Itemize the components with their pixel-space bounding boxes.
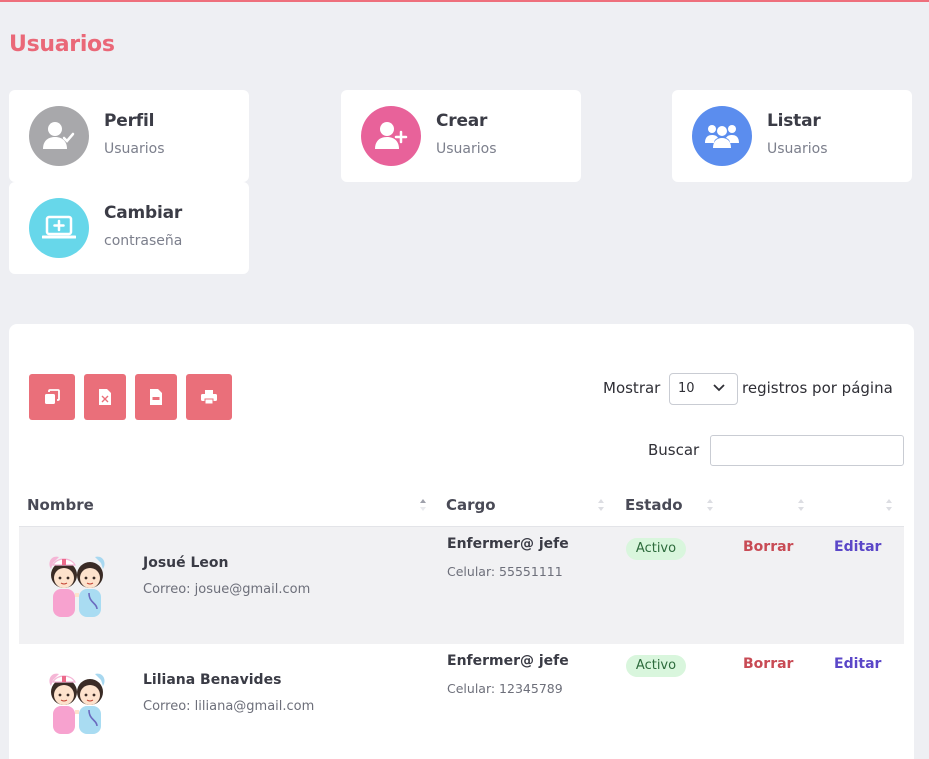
copy-icon — [45, 389, 60, 404]
user-name: Liliana Benavides — [143, 672, 282, 688]
table-row: Liliana Benavides Correo: liliana@gmail.… — [19, 644, 904, 759]
user-phone: Celular: 12345789 — [447, 681, 563, 696]
card-subtitle: contraseña — [104, 233, 183, 249]
search-input[interactable] — [710, 435, 904, 466]
user-check-icon — [29, 106, 89, 166]
excel-button[interactable] — [84, 374, 126, 420]
card-perfil[interactable]: Perfil Usuarios — [9, 90, 249, 182]
user-role: Enfermer@ jefe — [447, 536, 569, 552]
card-title: Crear — [436, 111, 488, 131]
sort-icon[interactable] — [885, 498, 893, 512]
user-name: Josué Leon — [143, 555, 229, 571]
user-phone: Celular: 55551111 — [447, 564, 563, 579]
user-plus-icon — [361, 106, 421, 166]
length-label-after: registros por página — [742, 379, 893, 397]
laptop-plus-icon — [29, 198, 89, 258]
column-header-cargo[interactable]: Cargo — [446, 496, 496, 514]
card-listar[interactable]: Listar Usuarios — [672, 90, 912, 182]
page-title: Usuarios — [9, 32, 115, 57]
user-email: Correo: liliana@gmail.com — [143, 699, 315, 714]
length-label-before: Mostrar — [603, 379, 661, 397]
card-subtitle: Usuarios — [104, 141, 165, 157]
status-badge: Activo — [626, 655, 686, 677]
length-select-value: 10 — [678, 381, 695, 396]
card-title: Perfil — [104, 111, 155, 131]
column-header-nombre[interactable]: Nombre — [27, 496, 94, 514]
card-subtitle: Usuarios — [436, 141, 497, 157]
sort-icon[interactable] — [797, 498, 805, 512]
length-select[interactable]: 10 — [669, 373, 738, 405]
sort-icon — [598, 499, 604, 511]
search-label: Buscar — [648, 441, 700, 459]
sort-asc-icon — [420, 499, 426, 511]
card-title: Cambiar — [104, 203, 183, 223]
chevron-down-icon — [713, 384, 725, 392]
copy-button[interactable] — [29, 374, 75, 420]
column-header-estado[interactable]: Estado — [625, 496, 683, 514]
print-icon — [201, 390, 217, 405]
table-row: Josué Leon Correo: josue@gmail.com Enfer… — [19, 527, 904, 644]
status-badge: Activo — [626, 538, 686, 560]
users-group-icon — [692, 106, 752, 166]
sort-icon — [707, 499, 713, 511]
card-subtitle: Usuarios — [767, 141, 828, 157]
excel-icon — [99, 389, 111, 405]
edit-link[interactable]: Editar — [834, 656, 881, 672]
delete-link[interactable]: Borrar — [743, 656, 793, 672]
pdf-button[interactable] — [135, 374, 177, 420]
user-role: Enfermer@ jefe — [447, 653, 569, 669]
card-title: Listar — [767, 111, 821, 131]
avatar — [49, 673, 105, 734]
card-crear[interactable]: Crear Usuarios — [341, 90, 581, 182]
delete-link[interactable]: Borrar — [743, 539, 793, 555]
edit-link[interactable]: Editar — [834, 539, 881, 555]
pdf-icon — [150, 389, 162, 405]
users-table-panel: Mostrar 10 registros por página Buscar N… — [9, 324, 914, 759]
card-cambiar[interactable]: Cambiar contraseña — [9, 182, 249, 274]
avatar — [49, 556, 105, 617]
user-email: Correo: josue@gmail.com — [143, 582, 311, 597]
print-button[interactable] — [186, 374, 232, 420]
